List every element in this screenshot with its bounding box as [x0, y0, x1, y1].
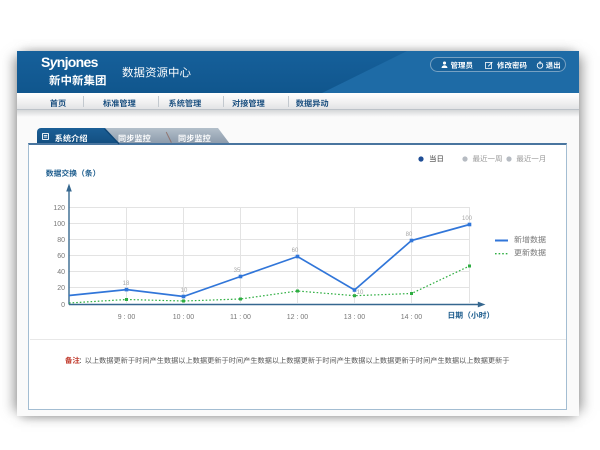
svg-text:10: 10: [357, 290, 364, 296]
svg-text:10 : 00: 10 : 00: [173, 314, 195, 321]
svg-text:120: 120: [53, 205, 65, 212]
svg-text:14 : 00: 14 : 00: [401, 314, 423, 321]
svg-text:18: 18: [123, 281, 130, 287]
svg-text:35: 35: [234, 268, 241, 274]
svg-text:60: 60: [57, 253, 65, 260]
svg-text:0: 0: [61, 302, 65, 309]
svg-text:80: 80: [406, 232, 413, 238]
svg-text:9 : 00: 9 : 00: [118, 314, 136, 321]
svg-text:10: 10: [181, 288, 188, 294]
svg-text:11 : 00: 11 : 00: [230, 314, 251, 321]
svg-text:12 : 00: 12 : 00: [287, 314, 309, 321]
svg-text:100: 100: [53, 221, 65, 228]
svg-text:20: 20: [57, 285, 65, 292]
svg-text:60: 60: [292, 248, 299, 254]
svg-text:100: 100: [462, 216, 473, 222]
svg-text:40: 40: [57, 269, 65, 276]
svg-text:80: 80: [57, 237, 65, 244]
svg-text:13 : 00: 13 : 00: [344, 314, 366, 321]
